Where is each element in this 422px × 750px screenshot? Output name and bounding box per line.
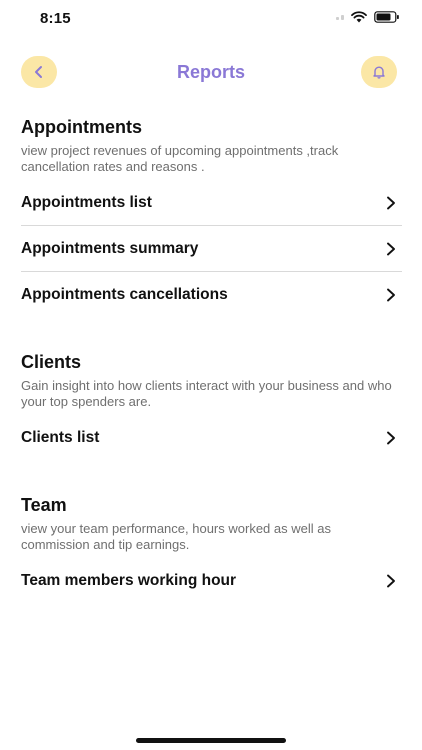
row-label: Clients list [21, 428, 100, 446]
section-title: Clients [21, 352, 82, 372]
section-title: Appointments [21, 117, 142, 137]
status-icons [336, 11, 400, 23]
section-title: Team [21, 495, 67, 515]
appointments-summary-row[interactable]: Appointments summary [21, 226, 402, 272]
team-members-working-hour-row[interactable]: Team members working hour [21, 558, 402, 603]
header: Reports [0, 56, 422, 90]
chevron-right-icon [384, 574, 398, 588]
section-appointments: Appointments view project revenues of up… [21, 116, 402, 317]
chevron-right-icon [384, 288, 398, 302]
cellular-signal-icon [336, 14, 344, 20]
section-description: view project revenues of upcoming appoin… [21, 143, 339, 174]
battery-icon [374, 11, 399, 23]
reports-content: Appointments view project revenues of up… [21, 116, 402, 637]
chevron-right-icon [384, 431, 398, 445]
chevron-right-icon [384, 242, 398, 256]
row-label: Team members working hour [21, 571, 237, 589]
appointments-cancellations-row[interactable]: Appointments cancellations [21, 272, 402, 317]
home-indicator [136, 738, 286, 743]
clients-list-row[interactable]: Clients list [21, 415, 402, 460]
row-label: Appointments summary [21, 239, 199, 257]
notifications-button[interactable] [361, 56, 397, 88]
reports-screen: 8:15 Reports Appointments view project r… [0, 0, 422, 750]
section-clients: Clients Gain insight into how clients in… [21, 351, 402, 460]
section-description: view your team performance, hours worked… [21, 521, 331, 552]
section-description: Gain insight into how clients interact w… [21, 378, 392, 409]
status-bar: 8:15 [0, 0, 422, 40]
chevron-right-icon [384, 196, 398, 210]
section-team: Team view your team performance, hours w… [21, 494, 402, 603]
bell-icon [373, 66, 385, 79]
wifi-icon [351, 11, 367, 23]
row-label: Appointments cancellations [21, 285, 228, 303]
page-title: Reports [176, 62, 245, 82]
row-label: Appointments list [21, 193, 152, 211]
status-time: 8:15 [40, 10, 71, 27]
appointments-list-row[interactable]: Appointments list [21, 180, 402, 226]
